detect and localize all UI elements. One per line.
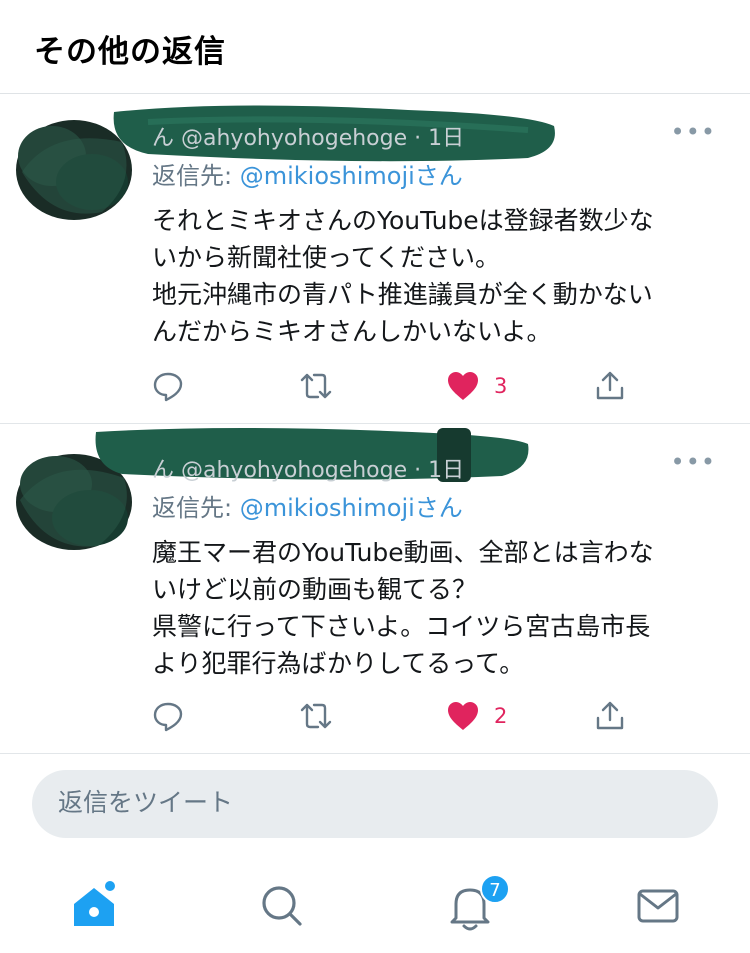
tweet-body-line: それとミキオさんのYouTubeは登録者数少な [152,206,654,235]
mention-link[interactable]: @mikioshimoji [240,162,415,190]
reply-to-line: 返信先: @mikioshimojiさん [152,156,463,191]
heart-icon [448,372,478,400]
retweet-button[interactable] [298,700,334,732]
like-button[interactable]: 2 [446,700,507,732]
reply-to-prefix: 返信先: [152,494,240,522]
messages-icon [637,889,679,923]
share-button[interactable] [594,700,626,732]
page-header: その他の返信 [0,0,750,94]
reply-to-line: 返信先: @mikioshimojiさん [152,488,463,523]
reply-composer[interactable] [32,770,718,838]
tab-search[interactable] [254,878,310,934]
tweet-body: それとミキオさんのYouTubeは登録者数少な いから新聞社使ってください。 地… [152,202,732,350]
share-button[interactable] [594,370,626,402]
mention-suffix: さん [414,494,463,522]
reply-tweet[interactable]: ん @ahyohyohogehoge · 1日 ••• 返信先: @mikios… [0,94,750,424]
retweet-icon [300,373,332,399]
home-icon [74,881,115,926]
search-icon [262,886,302,926]
retweet-button[interactable] [298,370,334,402]
mention-link[interactable]: @mikioshimoji [240,494,415,522]
tweet-body-line: 地元沖縄市の青パト推進議員が全く動かない [152,280,653,309]
reply-icon [153,702,183,732]
tweet-body-line: より犯罪行為ばかりしてるって。 [152,649,525,678]
tab-messages[interactable] [630,878,686,934]
reply-tweet[interactable]: ん @ahyohyohogehoge · 1日 ••• 返信先: @mikios… [0,424,750,754]
bottom-tab-bar [0,860,750,953]
more-options-icon[interactable]: ••• [671,448,716,476]
like-button[interactable]: 3 [446,370,507,402]
heart-icon [448,702,478,730]
tweet-handle[interactable]: ん @ahyohyohogehoge · 1日 [152,120,464,152]
tweet-actions: 3 [152,370,642,410]
tweet-actions: 2 [152,700,642,740]
reply-input[interactable] [58,788,678,817]
reply-button[interactable] [152,370,184,402]
tab-home[interactable] [66,878,122,934]
reply-to-prefix: 返信先: [152,162,240,190]
tweet-body: 魔王マー君のYouTube動画、全部とは言わな いけど以前の動画も観てる？ 県警… [152,534,732,682]
tweet-handle[interactable]: ん @ahyohyohogehoge · 1日 [152,452,464,484]
tweet-body-line: 魔王マー君のYouTube動画、全部とは言わな [152,538,654,567]
retweet-icon [300,703,332,729]
tweet-body-line: 県警に行って下さいよ。コイツら宮古島市長 [152,612,651,641]
reply-button[interactable] [152,700,184,732]
tweet-body-line: いけど以前の動画も観てる？ [152,575,478,604]
reply-icon [153,372,183,402]
share-icon [596,371,624,400]
tweet-body-line: んだからミキオさんしかいないよ。 [152,317,552,346]
mention-suffix: さん [414,162,463,190]
tweet-body-line: いから新聞社使ってください。 [152,243,501,272]
like-count: 3 [494,374,508,398]
notification-badge: 7 [480,874,510,904]
more-options-icon[interactable]: ••• [671,118,716,146]
page-title: その他の返信 [34,34,226,70]
share-icon [596,701,624,730]
like-count: 2 [494,704,508,728]
